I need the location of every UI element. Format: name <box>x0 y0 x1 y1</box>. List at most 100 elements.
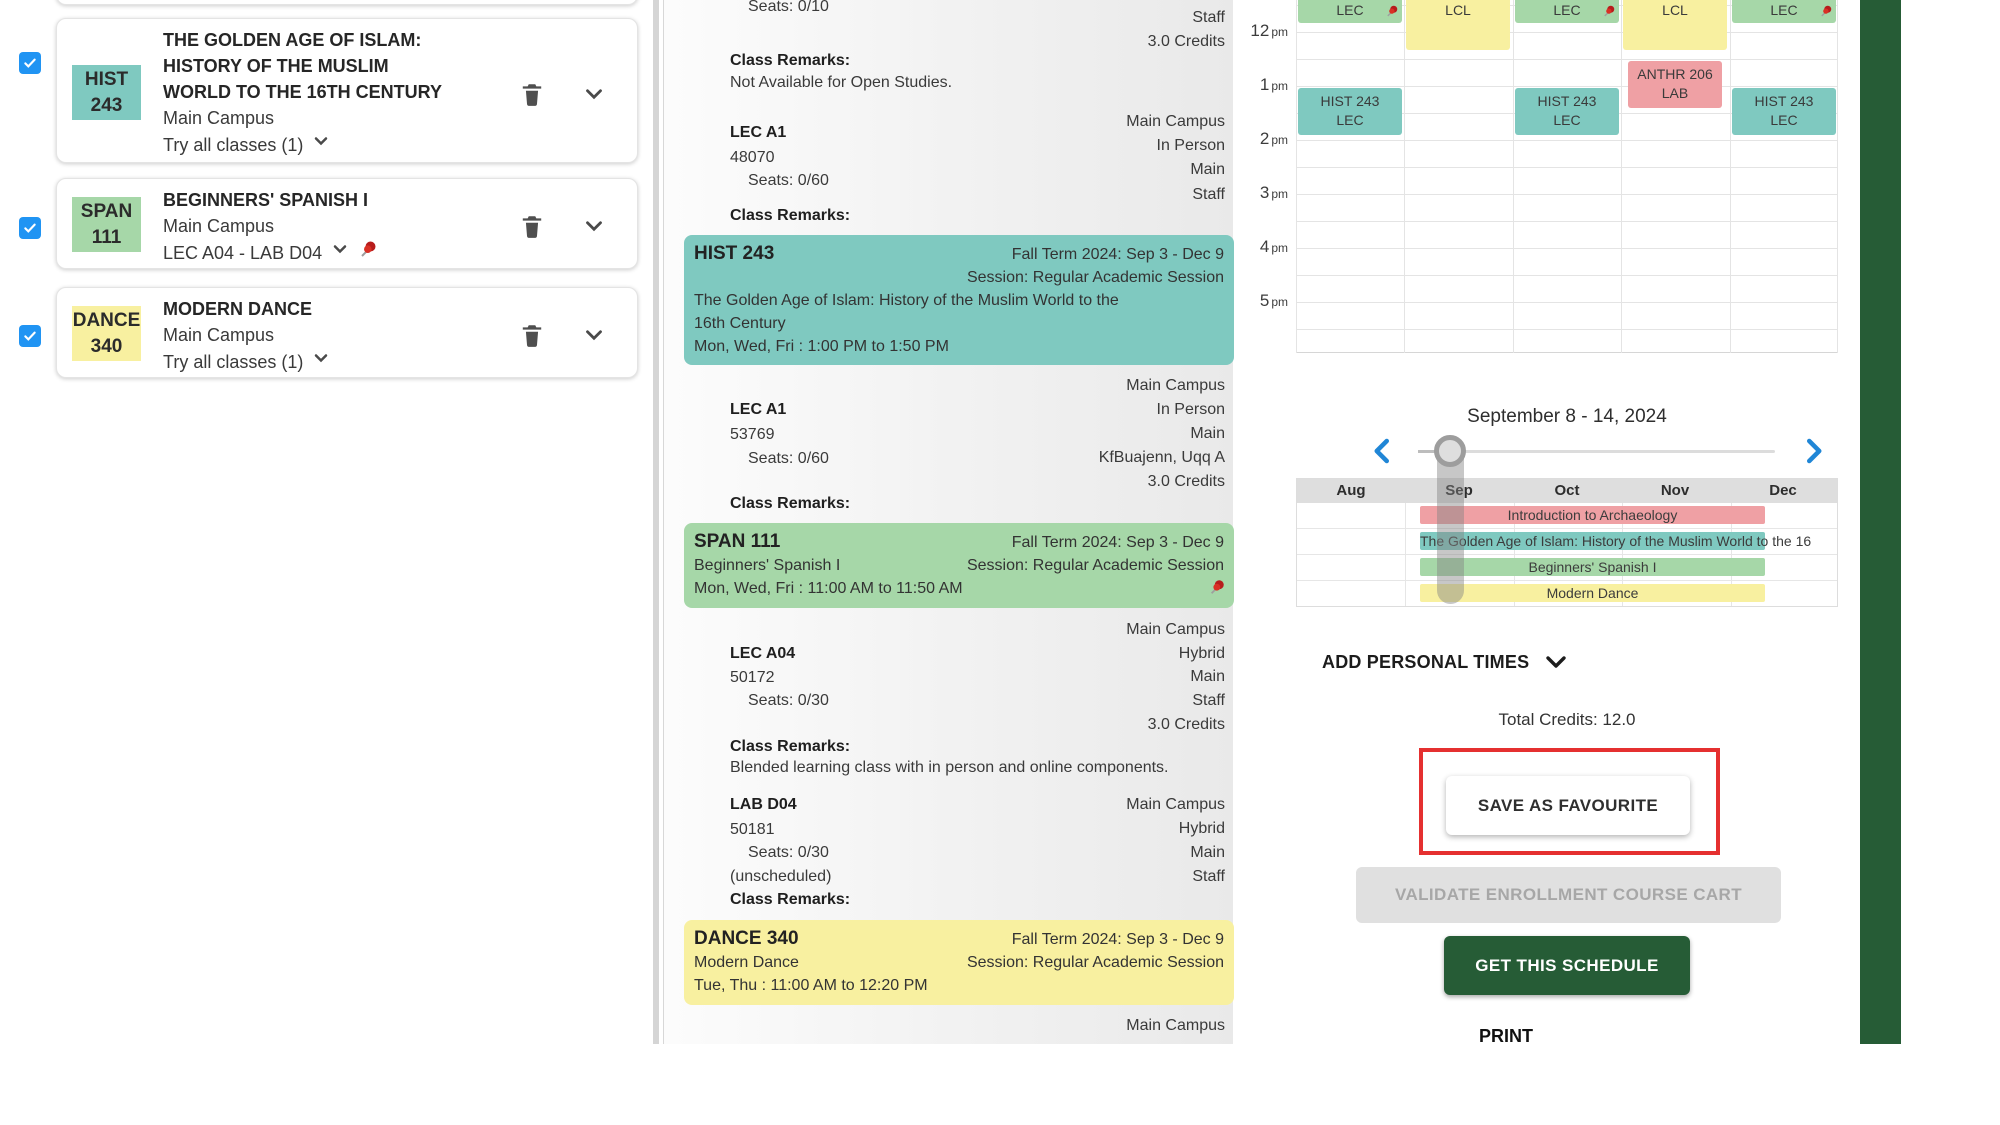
session-label: Session: Regular Academic Session <box>967 554 1224 577</box>
schedule-panel: 12pm 1pm 2pm 3pm 4pm 5pm SPAN 111LEC SPA… <box>1240 0 1860 1044</box>
print-button[interactable]: PRINT <box>1479 1026 1533 1047</box>
course-checkbox-hist243[interactable] <box>19 52 41 74</box>
expand-course-icon[interactable] <box>581 213 607 239</box>
meeting-time: Mon, Wed, Fri : 1:00 PM to 1:50 PM <box>694 335 1224 358</box>
credits-value: 3.0 Credits <box>1148 472 1225 492</box>
term-bar-anthr: Introduction to Archaeology <box>1420 506 1765 524</box>
course-list-scrollbar[interactable] <box>653 0 659 1044</box>
room-value: Main <box>1190 667 1225 687</box>
time-label: 1pm <box>1240 75 1288 95</box>
course-code-line: HIST <box>72 67 141 93</box>
delete-course-icon[interactable] <box>519 322 545 348</box>
campus-value: Main Campus <box>1126 795 1225 815</box>
course-card-span111: SPAN 111 BEGINNERS' SPANISH I Main Campu… <box>56 178 638 269</box>
event-span111-lec[interactable]: SPAN 111LEC <box>1732 0 1836 23</box>
course-title-line: Beginners' Spanish I <box>694 554 840 577</box>
course-list-panel: HIST 243 THE GOLDEN AGE OF ISLAM: HISTOR… <box>0 0 653 1044</box>
event-dance340-lcl[interactable]: DANCE 340LCL <box>1623 0 1727 50</box>
save-as-favourite-button[interactable]: SAVE AS FAVOURITE <box>1446 776 1690 835</box>
course-checkbox-dance340[interactable] <box>19 325 41 347</box>
chevron-down-icon[interactable] <box>311 131 331 158</box>
pinned-icon[interactable] <box>358 239 378 266</box>
session-label: Session: Regular Academic Session <box>694 266 1224 289</box>
course-badge: DANCE 340 <box>72 306 141 361</box>
week-slider-track[interactable] <box>1418 450 1775 453</box>
instructor-value: KfBuajenn, Uqq A <box>1099 448 1225 468</box>
validate-enrollment-cart-button[interactable]: VALIDATE ENROLLMENT COURSE CART <box>1356 867 1781 923</box>
seats-value: Seats: 0/10 <box>748 0 829 17</box>
seats-value: Seats: 0/60 <box>748 449 829 469</box>
class-details-panel: Seats: 0/10 Staff 3.0 Credits Class Rema… <box>663 0 1233 1044</box>
instructor-value: Staff <box>1192 185 1225 205</box>
class-remarks-label: Class Remarks: <box>730 890 850 910</box>
month-label: Oct <box>1513 479 1621 503</box>
class-selection-label: Try all classes (1) <box>163 349 303 375</box>
delete-course-icon[interactable] <box>519 81 545 107</box>
room-value: Main <box>1190 843 1225 863</box>
mode-value: Hybrid <box>1179 644 1225 664</box>
next-week-icon[interactable] <box>1798 436 1828 466</box>
credits-value: 3.0 Credits <box>1148 32 1225 52</box>
course-campus: Main Campus <box>163 105 637 131</box>
mode-value: In Person <box>1157 136 1225 156</box>
term-label: Fall Term 2024: Sep 3 - Dec 9 <box>1012 531 1224 554</box>
course-code: DANCE 340 <box>694 927 799 950</box>
month-label: Dec <box>1729 479 1837 503</box>
class-remarks-label: Class Remarks: <box>730 51 850 71</box>
month-label: Nov <box>1621 479 1729 503</box>
time-label: 5pm <box>1240 291 1288 311</box>
seats-value: Seats: 0/60 <box>748 171 829 191</box>
course-campus: Main Campus <box>163 213 637 239</box>
credits-value: 3.0 Credits <box>1148 715 1225 735</box>
event-span111-lec[interactable]: SPAN 111LEC <box>1515 0 1619 23</box>
expand-course-icon[interactable] <box>581 322 607 348</box>
event-anthr206-lab[interactable]: ANTHR 206LAB <box>1628 61 1722 108</box>
add-personal-times-toggle[interactable]: ADD PERSONAL TIMES <box>1322 652 1569 673</box>
course-summary-dance340[interactable]: DANCE 340 Fall Term 2024: Sep 3 - Dec 9 … <box>684 920 1234 1005</box>
section-name: LEC A1 <box>730 400 786 420</box>
campus-value: Main Campus <box>1126 376 1225 396</box>
week-grid: 12pm 1pm 2pm 3pm 4pm 5pm SPAN 111LEC SPA… <box>1296 0 1838 353</box>
course-code-line: 340 <box>72 334 141 360</box>
course-checkbox-span111[interactable] <box>19 217 41 239</box>
section-id: 50172 <box>730 668 775 688</box>
campus-value: Main Campus <box>1126 1016 1225 1036</box>
course-title: MODERN DANCE <box>163 296 637 322</box>
chevron-down-icon[interactable] <box>330 239 350 266</box>
term-bar-span: Beginners' Spanish I <box>1420 558 1765 576</box>
course-code: HIST 243 <box>694 242 774 265</box>
delete-course-icon[interactable] <box>519 213 545 239</box>
expand-course-icon[interactable] <box>581 81 607 107</box>
event-dance340-lcl[interactable]: DANCE 340LCL <box>1406 0 1510 50</box>
pinned-icon <box>1208 578 1226 603</box>
chevron-down-icon[interactable] <box>311 348 331 375</box>
term-bar-dance: Modern Dance <box>1420 584 1765 602</box>
course-card-hist243: HIST 243 THE GOLDEN AGE OF ISLAM: HISTOR… <box>56 18 638 163</box>
add-personal-times-label: ADD PERSONAL TIMES <box>1322 652 1529 673</box>
term-label: Fall Term 2024: Sep 3 - Dec 9 <box>1012 243 1224 266</box>
get-this-schedule-button[interactable]: GET THIS SCHEDULE <box>1444 936 1690 995</box>
event-span111-lec[interactable]: SPAN 111LEC <box>1298 0 1402 23</box>
time-label: 12pm <box>1240 21 1288 41</box>
class-selection-row[interactable]: LEC A04 - LAB D04 <box>163 239 637 266</box>
event-hist243-lec[interactable]: HIST 243LEC <box>1298 88 1402 135</box>
course-summary-hist243[interactable]: HIST 243 Fall Term 2024: Sep 3 - Dec 9 S… <box>684 235 1234 365</box>
course-title: HISTORY OF THE MUSLIM <box>163 53 637 79</box>
course-title: BEGINNERS' SPANISH I <box>163 187 637 213</box>
campus-value: Main Campus <box>1126 112 1225 132</box>
class-selection-row[interactable]: Try all classes (1) <box>163 348 637 375</box>
course-campus: Main Campus <box>163 322 637 348</box>
section-id: 48070 <box>730 148 775 168</box>
pinned-icon <box>1385 4 1399 23</box>
term-label: Fall Term 2024: Sep 3 - Dec 9 <box>1012 928 1224 951</box>
page-side-accent-bar <box>1860 0 1901 1044</box>
time-label: 4pm <box>1240 237 1288 257</box>
course-card-partial <box>56 0 638 5</box>
previous-week-icon[interactable] <box>1368 436 1398 466</box>
event-hist243-lec[interactable]: HIST 243LEC <box>1732 88 1836 135</box>
term-overview-table: Aug Sep Oct Nov Dec Introduction to Arch… <box>1296 478 1838 607</box>
class-selection-row[interactable]: Try all classes (1) <box>163 131 637 158</box>
course-summary-span111[interactable]: SPAN 111 Fall Term 2024: Sep 3 - Dec 9 B… <box>684 523 1234 608</box>
event-hist243-lec[interactable]: HIST 243LEC <box>1515 88 1619 135</box>
week-slider-knob[interactable] <box>1434 435 1466 467</box>
